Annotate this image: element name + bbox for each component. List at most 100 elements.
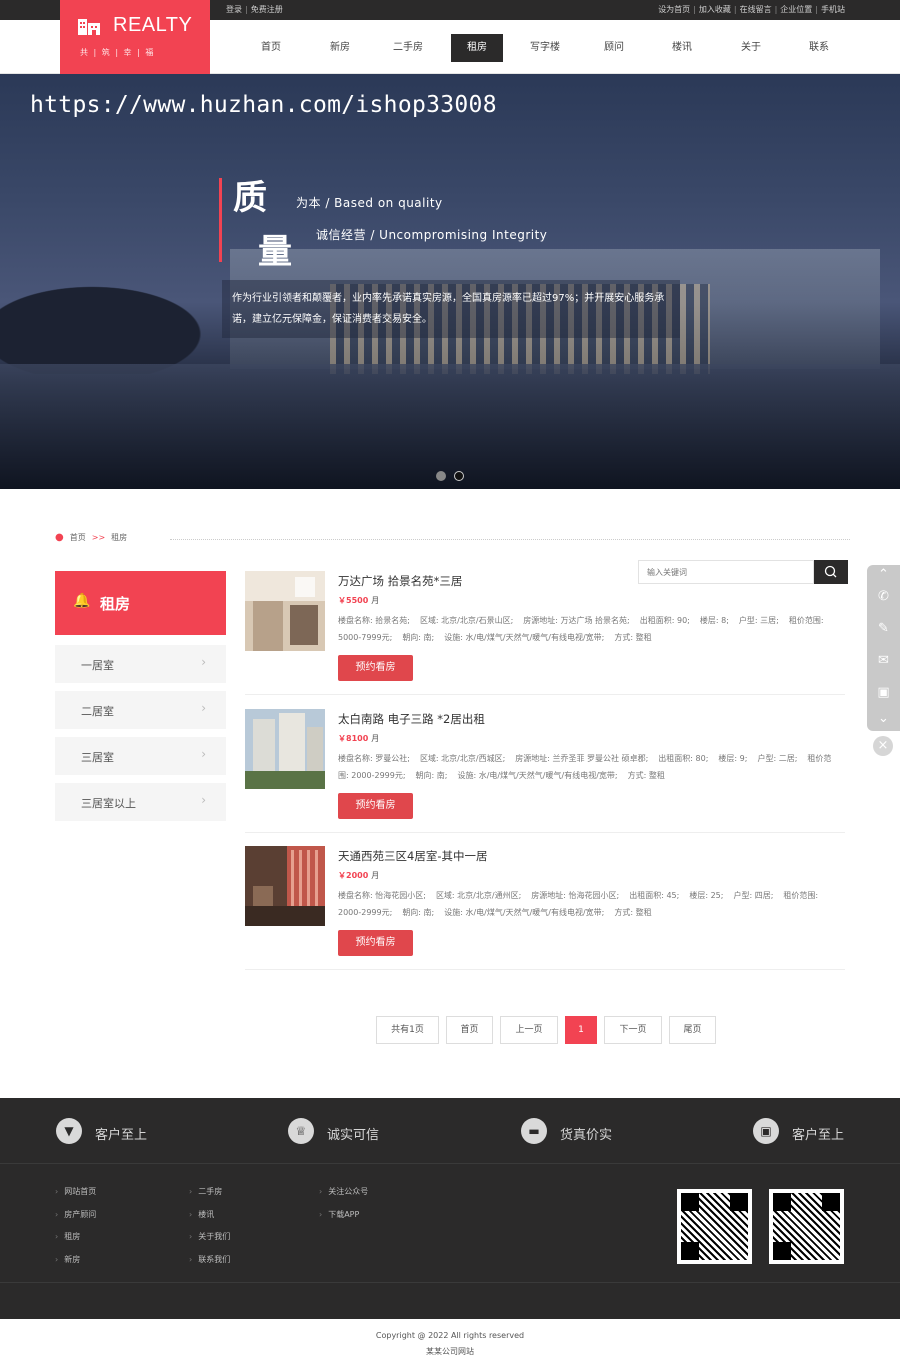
listing-photo[interactable]	[245, 846, 325, 926]
footer-link-label: 楼讯	[198, 1210, 215, 1219]
info-field: 朝向: 南;	[415, 771, 448, 780]
nav-rent[interactable]: 租房	[451, 34, 503, 62]
sidebar-item-label: 一居室	[81, 659, 114, 672]
chevron-right-icon: ›	[55, 1187, 59, 1196]
nav-new-homes[interactable]: 新房	[314, 34, 366, 62]
info-field: 方式: 整租	[614, 908, 652, 917]
footer-link-label: 联系我们	[198, 1255, 231, 1264]
listing-item: 太白南路 电子三路 *2居出租 ￥8100 月 楼盘名称: 罗曼公社; 区域: 北京…	[245, 709, 845, 839]
feature-label: 诚实可信	[327, 1128, 380, 1143]
listing-divider	[245, 832, 845, 833]
pagination-current[interactable]: 1	[565, 1016, 597, 1044]
sidebar-item-one-room[interactable]: 一居室 ›	[55, 645, 226, 683]
qr-code-app	[769, 1189, 844, 1264]
pagination-last[interactable]: 尾页	[669, 1016, 716, 1044]
breadcrumb-divider	[170, 539, 850, 540]
listing-title[interactable]: 太白南路 电子三路 *2居出租	[338, 711, 485, 727]
building-icon	[78, 19, 100, 35]
footer-link-label: 网站首页	[64, 1187, 97, 1196]
banner-trees	[0, 274, 230, 374]
tie-icon: ▼	[56, 1118, 82, 1144]
login-link[interactable]: 登录	[226, 5, 242, 14]
top-right-links: 设为首页 | 加入收藏 | 在线留言 | 企业位置 | 手机站	[658, 5, 845, 14]
logo[interactable]: REALTY 共 | 筑 | 幸 | 福	[60, 0, 210, 74]
footer-link-news[interactable]: › 楼讯	[189, 1209, 214, 1220]
footer-link-wechat[interactable]: › 关注公众号	[319, 1186, 368, 1197]
chevron-right-icon: ›	[201, 701, 206, 715]
info-field: 楼层: 25;	[689, 891, 724, 900]
footer-link-label: 下载APP	[328, 1210, 360, 1219]
chevron-right-icon: ›	[55, 1210, 59, 1219]
feature-label: 客户至上	[792, 1128, 845, 1143]
listing-price-value: ￥5500	[338, 596, 369, 605]
banner-subtitle-2: 诚信经营 / Uncompromising Integrity	[316, 228, 548, 242]
footer-link-new-homes[interactable]: › 新房	[55, 1254, 80, 1265]
pagination-first[interactable]: 首页	[446, 1016, 493, 1044]
add-favorite-link[interactable]: 加入收藏	[699, 5, 731, 14]
listing-photo[interactable]	[245, 571, 325, 651]
listing-price-unit: 月	[371, 734, 380, 743]
footer-link-about[interactable]: › 关于我们	[189, 1231, 230, 1242]
book-viewing-button[interactable]: 预约看房	[338, 655, 413, 681]
footer-link-rent[interactable]: › 租房	[55, 1231, 80, 1242]
listing-item: 天通西苑三区4居室-其中一居 ￥2000 月 楼盘名称: 怡海花园小区; 区域: 北…	[245, 846, 845, 976]
footer-link-label: 关注公众号	[328, 1187, 369, 1196]
close-icon[interactable]: ×	[873, 736, 893, 756]
chevron-right-icon: ›	[55, 1255, 59, 1264]
slide-dot-2[interactable]	[454, 471, 464, 481]
sidebar-item-two-room[interactable]: 二居室 ›	[55, 691, 226, 729]
register-link[interactable]: 免费注册	[251, 5, 283, 14]
chevron-right-icon: ›	[189, 1210, 193, 1219]
listing-info: 楼盘名称: 罗曼公社; 区域: 北京/北京/西城区; 房源地址: 兰乔圣菲 罗曼公社…	[338, 750, 838, 784]
info-field: 出租面积: 45;	[629, 891, 680, 900]
slide-dot-1[interactable]	[436, 471, 446, 481]
listing-price-unit: 月	[371, 596, 380, 605]
info-field: 户型: 二居;	[757, 754, 798, 763]
info-field: 楼层: 9;	[718, 754, 748, 763]
breadcrumb: ● 首页 >> 租房	[55, 532, 127, 543]
footer-link-app[interactable]: › 下载APP	[319, 1209, 359, 1220]
nav-home[interactable]: 首页	[245, 34, 297, 62]
nav-contact[interactable]: 联系	[793, 34, 845, 62]
nav-about[interactable]: 关于	[725, 34, 777, 62]
mobile-site-link[interactable]: 手机站	[821, 5, 845, 14]
pagination-prev[interactable]: 上一页	[500, 1016, 558, 1044]
listing-title[interactable]: 万达广场 拾景名苑*三居	[338, 573, 462, 589]
info-field: 出租面积: 80;	[658, 754, 709, 763]
info-field: 设施: 水/电/煤气/天然气/暖气/有线电视/宽带;	[457, 771, 618, 780]
footer-link-contact[interactable]: › 联系我们	[189, 1254, 230, 1265]
chevron-up-icon[interactable]: ⌃	[867, 567, 900, 582]
book-viewing-button[interactable]: 预约看房	[338, 930, 413, 956]
banner-subtitle-1: 为本 / Based on quality	[296, 196, 443, 210]
location-link[interactable]: 企业位置	[780, 5, 812, 14]
footer-link-advisor[interactable]: › 房产顾问	[55, 1209, 96, 1220]
listing-title[interactable]: 天通西苑三区4居室-其中一居	[338, 848, 487, 864]
footer-link-second-hand[interactable]: › 二手房	[189, 1186, 222, 1197]
message-link[interactable]: 在线留言	[740, 5, 772, 14]
listing-price: ￥5500 月	[338, 595, 379, 606]
pagination-next[interactable]: 下一页	[604, 1016, 662, 1044]
footer-link-label: 二手房	[198, 1187, 223, 1196]
map-icon[interactable]: ▣	[867, 685, 900, 700]
nav-office[interactable]: 写字楼	[519, 34, 571, 62]
book-viewing-button[interactable]: 预约看房	[338, 793, 413, 819]
edit-icon[interactable]: ✎	[867, 621, 900, 636]
nav-advisor[interactable]: 顾问	[588, 34, 640, 62]
set-home-link[interactable]: 设为首页	[658, 5, 690, 14]
nav-news[interactable]: 楼讯	[656, 34, 708, 62]
info-field: 户型: 四居;	[733, 891, 774, 900]
site-name: 某某公司网站	[426, 1347, 474, 1356]
listing-price: ￥8100 月	[338, 733, 379, 744]
listing-photo[interactable]	[245, 709, 325, 789]
sidebar-item-three-plus-room[interactable]: 三居室以上 ›	[55, 783, 226, 821]
qr-code-icon	[681, 1193, 748, 1260]
mail-icon[interactable]: ✉	[867, 653, 900, 668]
sidebar-item-three-room[interactable]: 三居室 ›	[55, 737, 226, 775]
qr-code-wechat	[677, 1189, 752, 1264]
nav-second-hand[interactable]: 二手房	[382, 34, 434, 62]
footer-link-home[interactable]: › 网站首页	[55, 1186, 96, 1197]
breadcrumb-home[interactable]: 首页	[70, 533, 86, 542]
chevron-down-icon[interactable]: ⌄	[867, 711, 900, 726]
phone-icon[interactable]: ✆	[867, 589, 900, 604]
listing-info: 楼盘名称: 怡海花园小区; 区域: 北京/北京/通州区; 房源地址: 怡海花园小区;…	[338, 887, 838, 921]
